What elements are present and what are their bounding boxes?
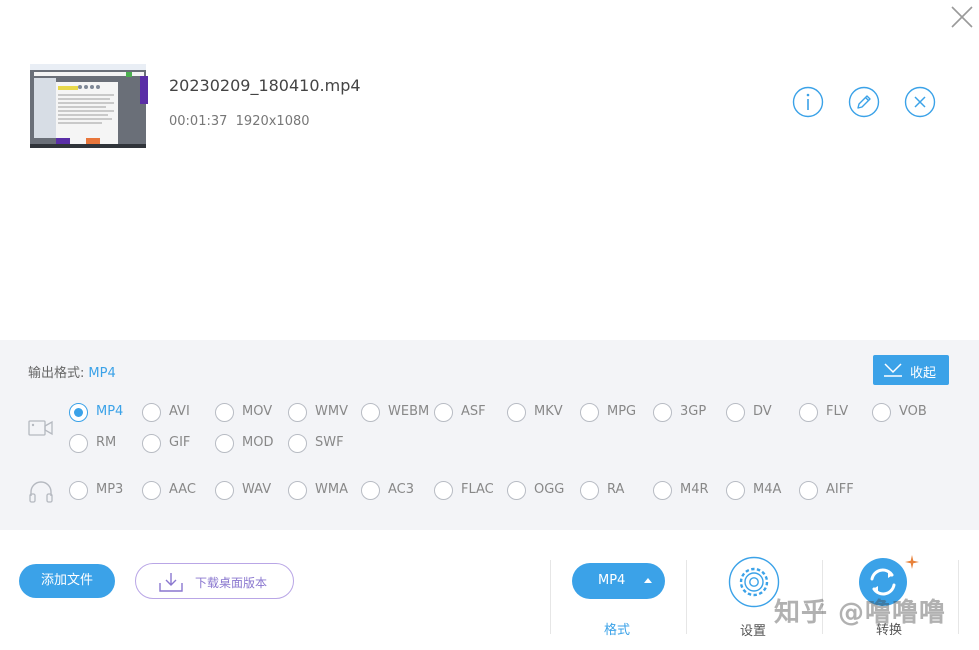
format-select-value: MP4 (598, 573, 626, 588)
file-resolution: 1920x1080 (235, 114, 310, 129)
download-desktop-button[interactable]: 下载桌面版本 (135, 563, 294, 599)
remove-file-icon[interactable] (904, 86, 936, 118)
caret-up-icon (644, 578, 652, 583)
video-thumbnail[interactable] (28, 58, 150, 150)
collapse-label: 收起 (910, 366, 937, 381)
settings-caption: 设置 (740, 624, 767, 639)
toolbar-divider (550, 560, 551, 634)
format-caption: 格式 (604, 623, 631, 638)
toolbar-divider (958, 560, 959, 634)
file-duration: 00:01:37 (169, 114, 228, 129)
close-window-icon[interactable] (948, 3, 976, 31)
video-category-icon (28, 418, 54, 442)
sparkle-icon (904, 554, 920, 574)
collapse-button[interactable]: 收起 (873, 355, 949, 385)
format-panel: 输出格式: MP4 收起 MP4 AVI MOV WMV WEBM ASF MKV… (0, 340, 979, 530)
toolbar-divider (686, 560, 687, 634)
file-name: 20230209_180410.mp4 (169, 76, 361, 95)
format-select-button[interactable]: MP4 (572, 563, 665, 599)
output-format-value: MP4 (88, 366, 116, 381)
watermark: 知乎 @噜噜噜 (774, 598, 947, 628)
output-format-label: 输出格式: MP4 (28, 366, 116, 381)
settings-gear-icon[interactable] (728, 556, 780, 608)
add-file-button[interactable]: 添加文件 (19, 564, 115, 598)
download-desktop-label: 下载桌面版本 (195, 576, 268, 590)
file-item: 20230209_180410.mp4 00:01:37 1920x1080 (0, 50, 979, 160)
audio-category-icon (28, 480, 54, 508)
file-meta: 00:01:37 1920x1080 (169, 114, 310, 129)
info-icon[interactable] (792, 86, 824, 118)
edit-pencil-icon[interactable] (848, 86, 880, 118)
